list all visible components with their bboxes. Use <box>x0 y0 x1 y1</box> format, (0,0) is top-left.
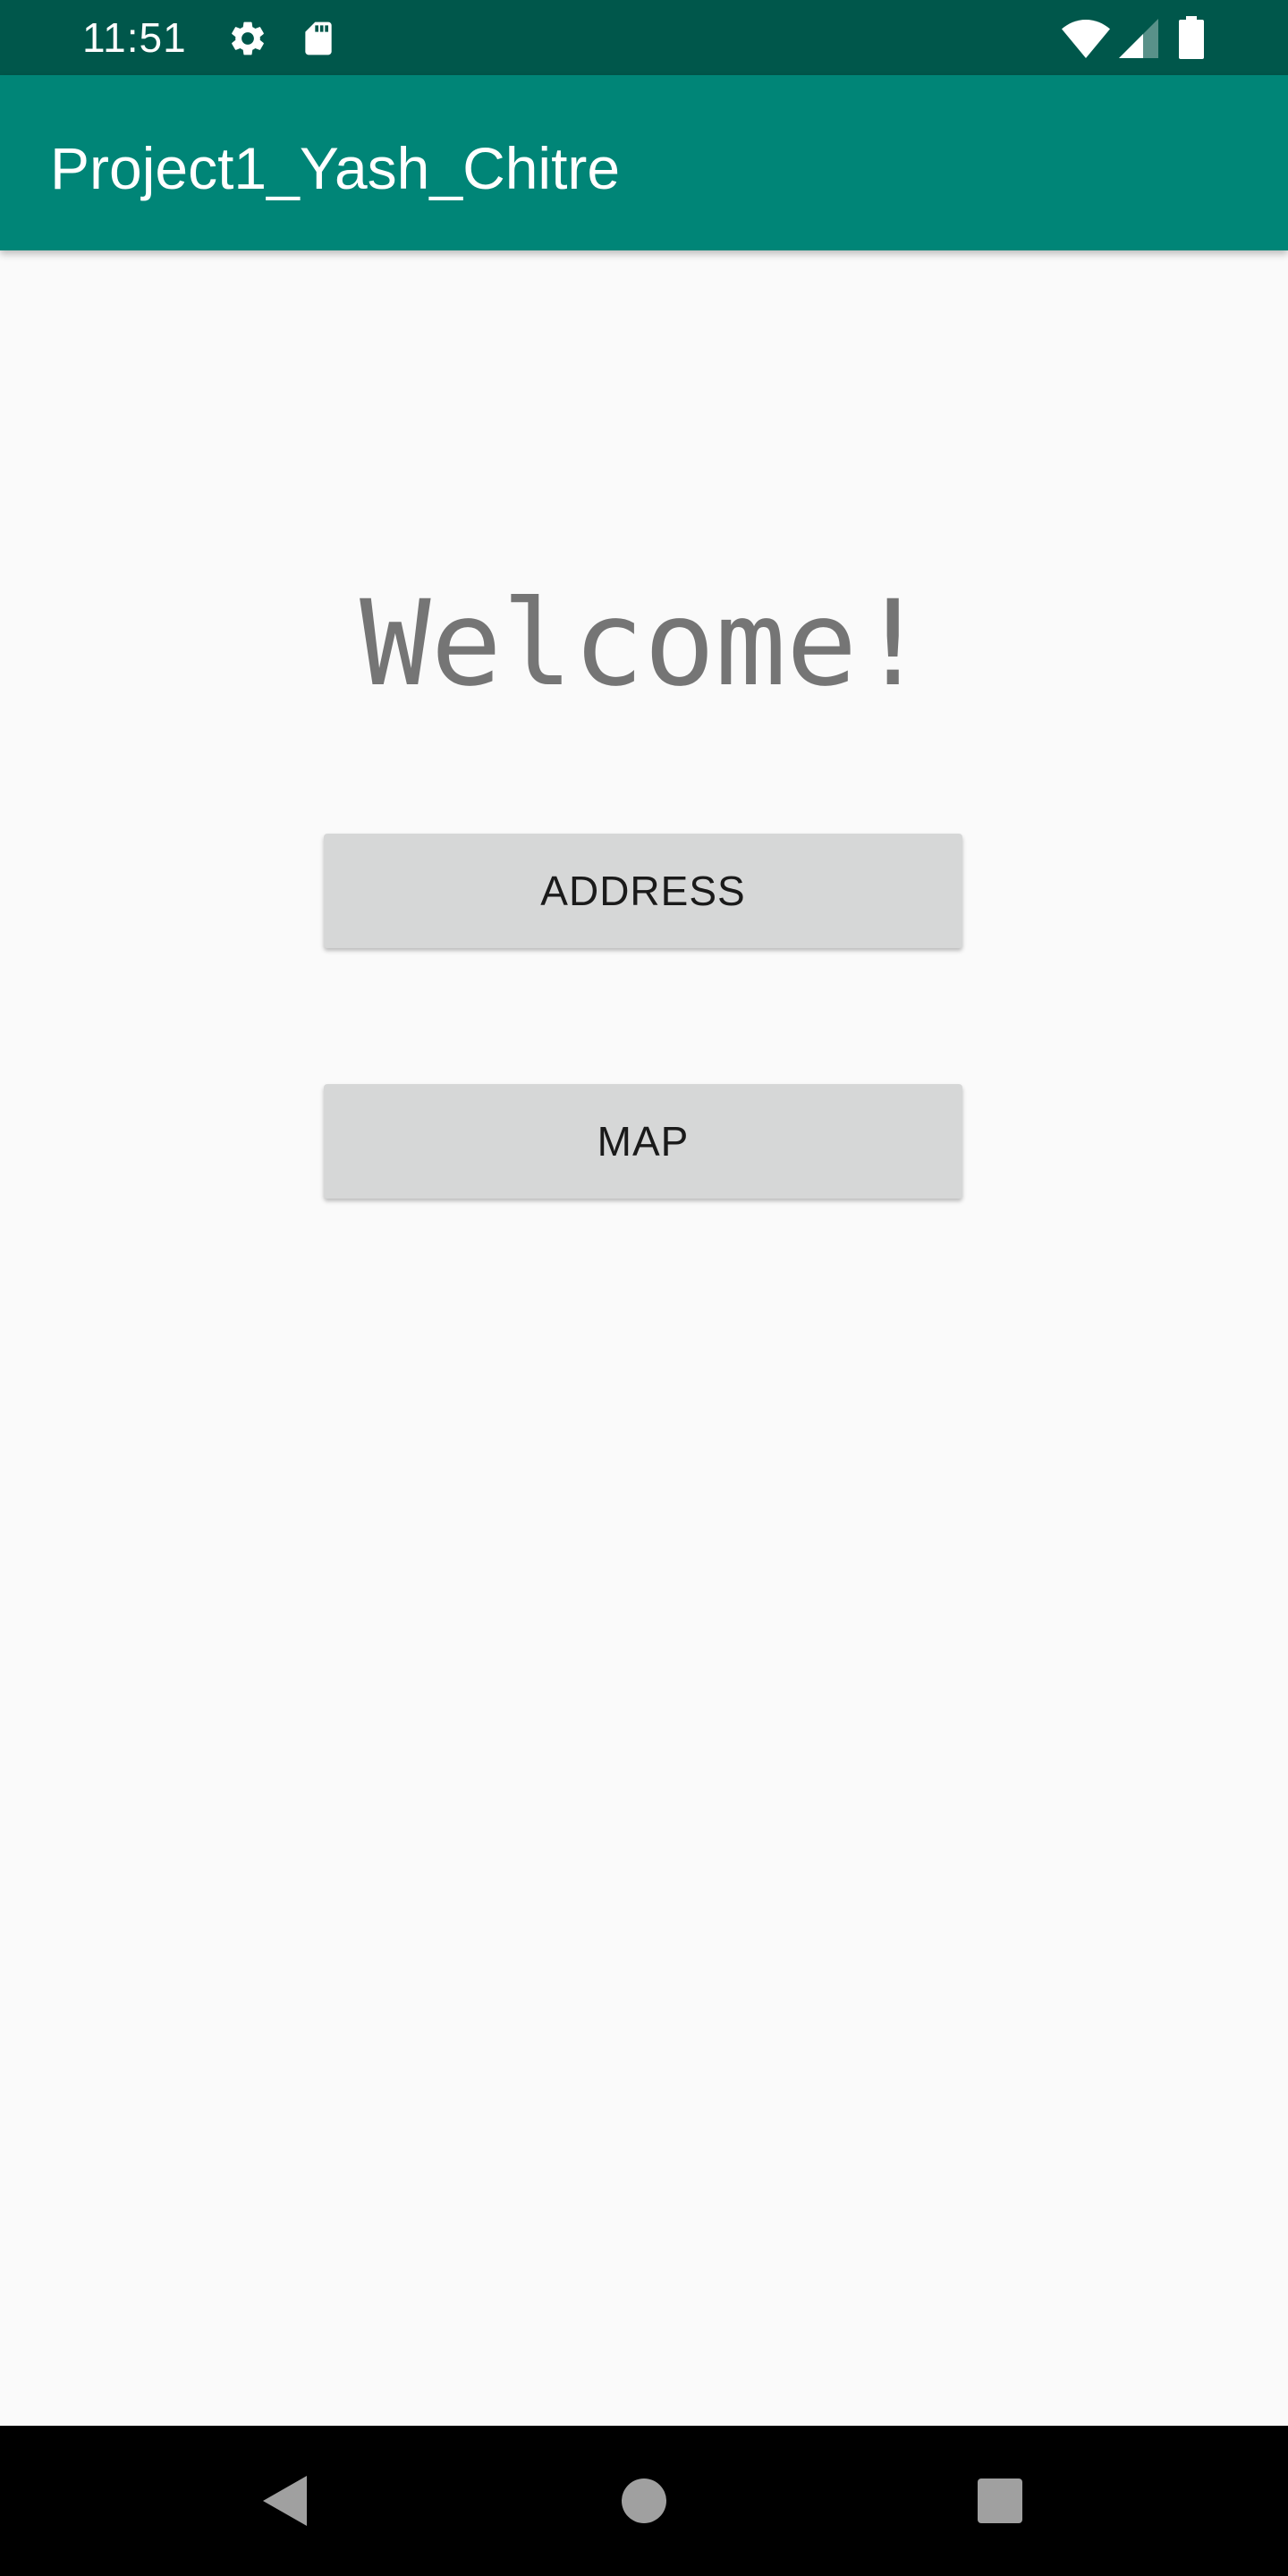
sd-card-icon <box>299 18 338 59</box>
status-bar: 11:51 <box>0 0 1288 75</box>
battery-icon <box>1179 16 1204 59</box>
home-icon <box>621 2478 667 2524</box>
app-title: Project1_Yash_Chitre <box>50 135 621 201</box>
navigation-bar <box>0 2426 1288 2576</box>
nav-recents-button[interactable] <box>946 2426 1054 2576</box>
app-bar: Project1_Yash_Chitre <box>0 75 1288 250</box>
recents-icon <box>977 2478 1023 2524</box>
status-time: 11:51 <box>82 14 187 61</box>
welcome-text: Welcome! <box>360 575 928 713</box>
map-button[interactable]: MAP <box>324 1084 962 1199</box>
signal-icon <box>1118 18 1159 59</box>
nav-back-button[interactable] <box>231 2426 338 2576</box>
gear-icon <box>227 18 268 59</box>
screen: 11:51 Project1_Yash_Chitre Welcome! ADDR… <box>0 0 1288 2576</box>
nav-home-button[interactable] <box>590 2426 698 2576</box>
back-icon <box>260 2474 309 2528</box>
wifi-icon <box>1061 18 1111 59</box>
address-button[interactable]: ADDRESS <box>324 834 962 948</box>
